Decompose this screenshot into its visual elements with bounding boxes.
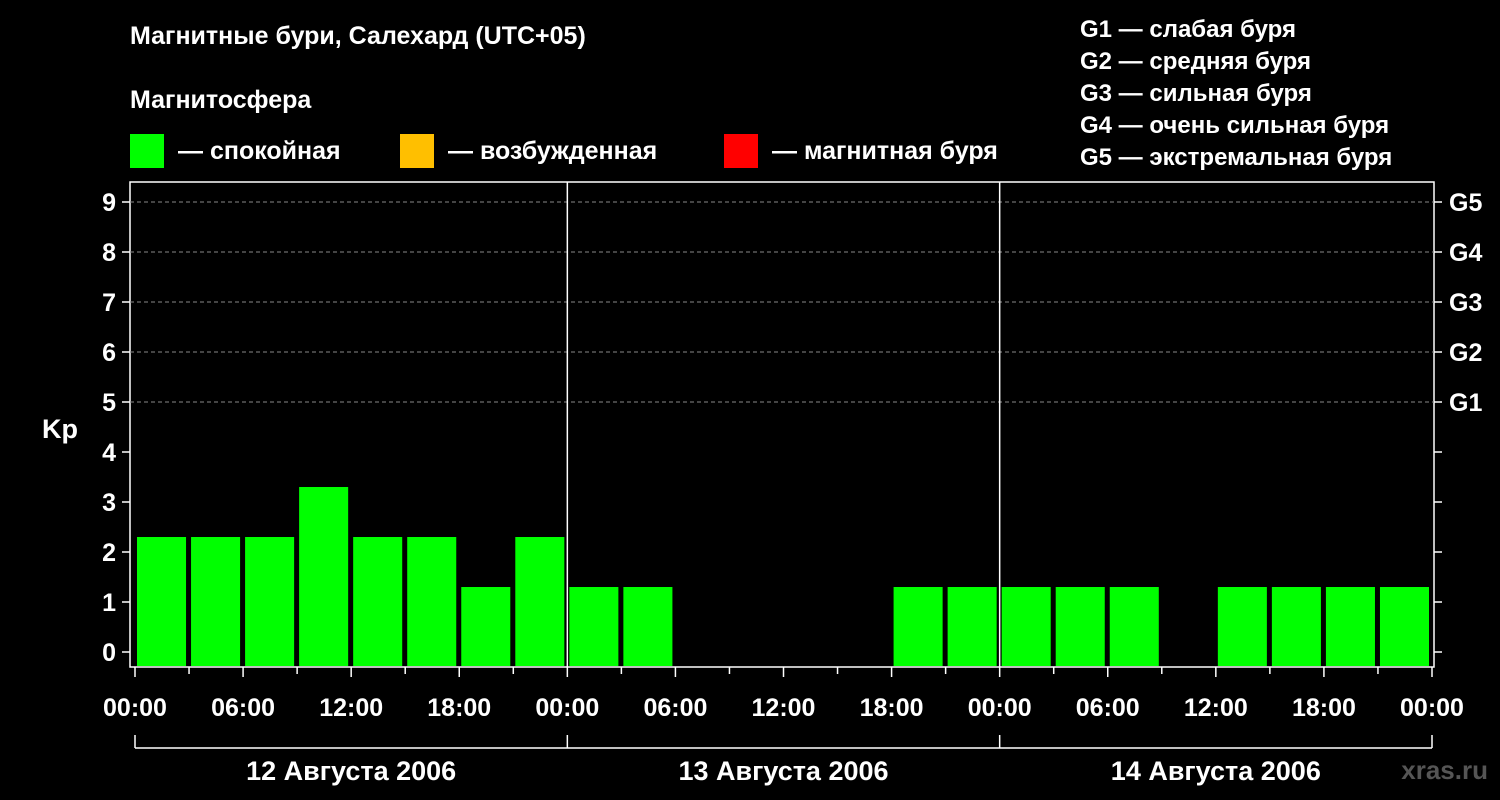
g-level-label: G5 <box>1449 189 1482 217</box>
watermark: xras.ru <box>1401 755 1488 785</box>
x-tick-label: 06:00 <box>643 694 707 722</box>
kp-bar <box>1217 587 1267 666</box>
kp-bar <box>1055 587 1105 666</box>
kp-bar <box>191 537 241 666</box>
kp-bar <box>947 587 997 666</box>
x-tick-label: 12:00 <box>319 694 383 722</box>
kp-bar <box>1109 587 1159 666</box>
x-tick-label: 12:00 <box>752 694 816 722</box>
x-tick-label: 00:00 <box>1400 694 1464 722</box>
x-tick-label: 00:00 <box>103 694 167 722</box>
kp-bar <box>137 537 187 666</box>
y-axis-label: Kp <box>42 414 78 444</box>
kp-bar <box>353 537 403 666</box>
day-label: 13 Августа 2006 <box>678 756 888 786</box>
y-tick-label: 2 <box>102 539 116 567</box>
x-tick-label: 06:00 <box>211 694 275 722</box>
y-tick-label: 4 <box>102 439 116 467</box>
x-tick-label: 18:00 <box>860 694 924 722</box>
x-tick-label: 00:00 <box>968 694 1032 722</box>
y-tick-label: 7 <box>102 289 116 317</box>
y-tick-label: 3 <box>102 489 116 517</box>
day-label: 14 Августа 2006 <box>1111 756 1321 786</box>
y-tick-label: 5 <box>102 389 116 417</box>
day-label: 12 Августа 2006 <box>246 756 456 786</box>
kp-bar-chart: 0 1 2 3 4 5 6 7 8 9 G1 G2 G3 G4 G5 Kp 00:00 06:00 12:00 18:… <box>42 181 1482 786</box>
x-tick-label: 18:00 <box>427 694 491 722</box>
kp-bar <box>893 587 943 666</box>
kp-bar <box>1416 587 1428 666</box>
kp-bar <box>569 587 619 666</box>
kp-bar <box>299 487 349 666</box>
y-tick-label: 0 <box>102 639 116 667</box>
x-tick-label: 06:00 <box>1076 694 1140 722</box>
x-tick-label: 00:00 <box>535 694 599 722</box>
g-level-label: G1 <box>1449 389 1482 417</box>
g-level-label: G3 <box>1449 289 1482 317</box>
x-tick-label: 18:00 <box>1292 694 1356 722</box>
kp-bar <box>461 587 511 666</box>
y-tick-label: 9 <box>102 189 116 217</box>
y-tick-label: 8 <box>102 239 116 267</box>
kp-bar <box>1001 587 1051 666</box>
x-tick-label: 12:00 <box>1184 694 1248 722</box>
kp-bar <box>245 537 295 666</box>
g-level-label: G4 <box>1449 239 1482 267</box>
y-tick-label: 6 <box>102 339 116 367</box>
kp-bar <box>623 587 673 666</box>
kp-bar <box>407 537 457 666</box>
g-level-label: G2 <box>1449 339 1482 367</box>
kp-bar <box>1325 587 1375 666</box>
kp-bar <box>1271 587 1321 666</box>
y-tick-label: 1 <box>102 589 116 617</box>
kp-bar <box>515 537 565 666</box>
